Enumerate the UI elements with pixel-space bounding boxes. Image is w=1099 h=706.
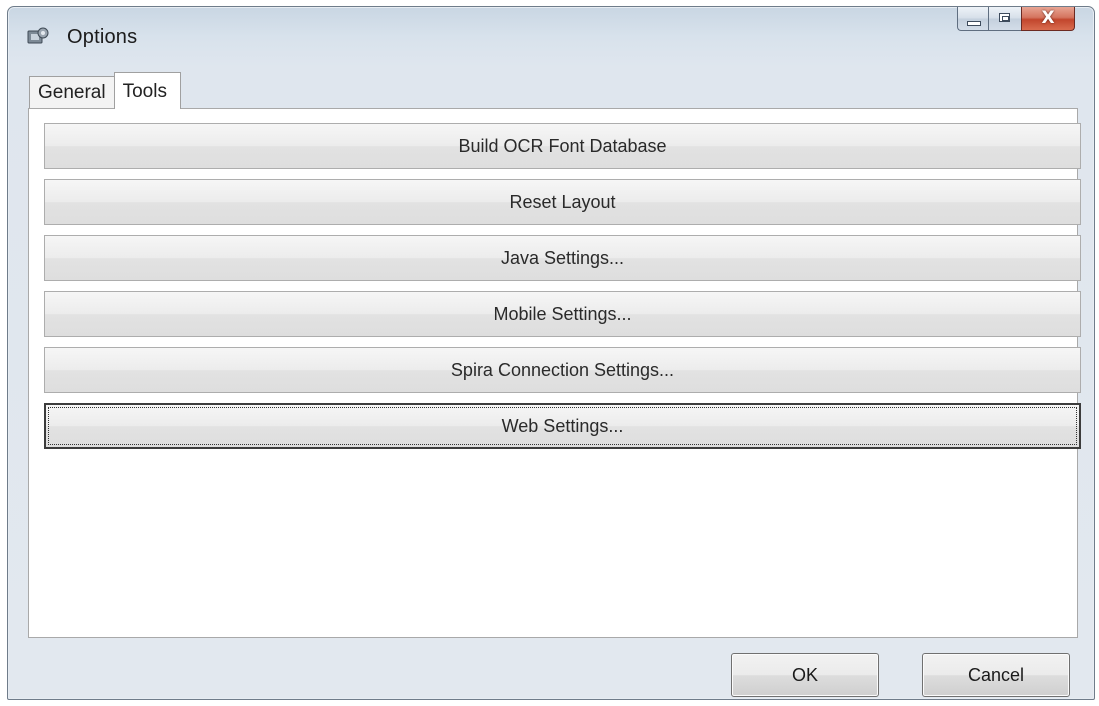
spira-connection-settings-button[interactable]: Spira Connection Settings... xyxy=(44,347,1081,393)
maximize-icon xyxy=(999,13,1010,22)
close-icon: X xyxy=(1041,8,1055,28)
caption-buttons: X xyxy=(957,7,1075,33)
close-button[interactable]: X xyxy=(1021,7,1075,31)
tab-strip: General Tools xyxy=(29,72,181,109)
cancel-button[interactable]: Cancel xyxy=(922,653,1070,697)
ok-button[interactable]: OK xyxy=(731,653,879,697)
window-title: Options xyxy=(67,26,138,48)
mobile-settings-button[interactable]: Mobile Settings... xyxy=(44,291,1081,337)
build-ocr-font-database-button[interactable]: Build OCR Font Database xyxy=(44,123,1081,169)
title-bar[interactable]: Options X xyxy=(8,7,1094,65)
minimize-button[interactable] xyxy=(957,7,988,31)
options-dialog: Options X General Tools Build OCR Font D… xyxy=(7,6,1095,700)
dialog-footer: OK Cancel xyxy=(8,632,1094,700)
minimize-icon xyxy=(967,21,981,26)
java-settings-button[interactable]: Java Settings... xyxy=(44,235,1081,281)
reset-layout-button[interactable]: Reset Layout xyxy=(44,179,1081,225)
web-settings-button[interactable]: Web Settings... xyxy=(44,403,1081,449)
maximize-button[interactable] xyxy=(988,7,1021,31)
app-icon xyxy=(27,27,49,47)
tab-tools[interactable]: Tools xyxy=(113,72,181,109)
tab-general[interactable]: General xyxy=(29,76,115,109)
tools-tab-panel: Build OCR Font Database Reset Layout Jav… xyxy=(28,108,1081,638)
